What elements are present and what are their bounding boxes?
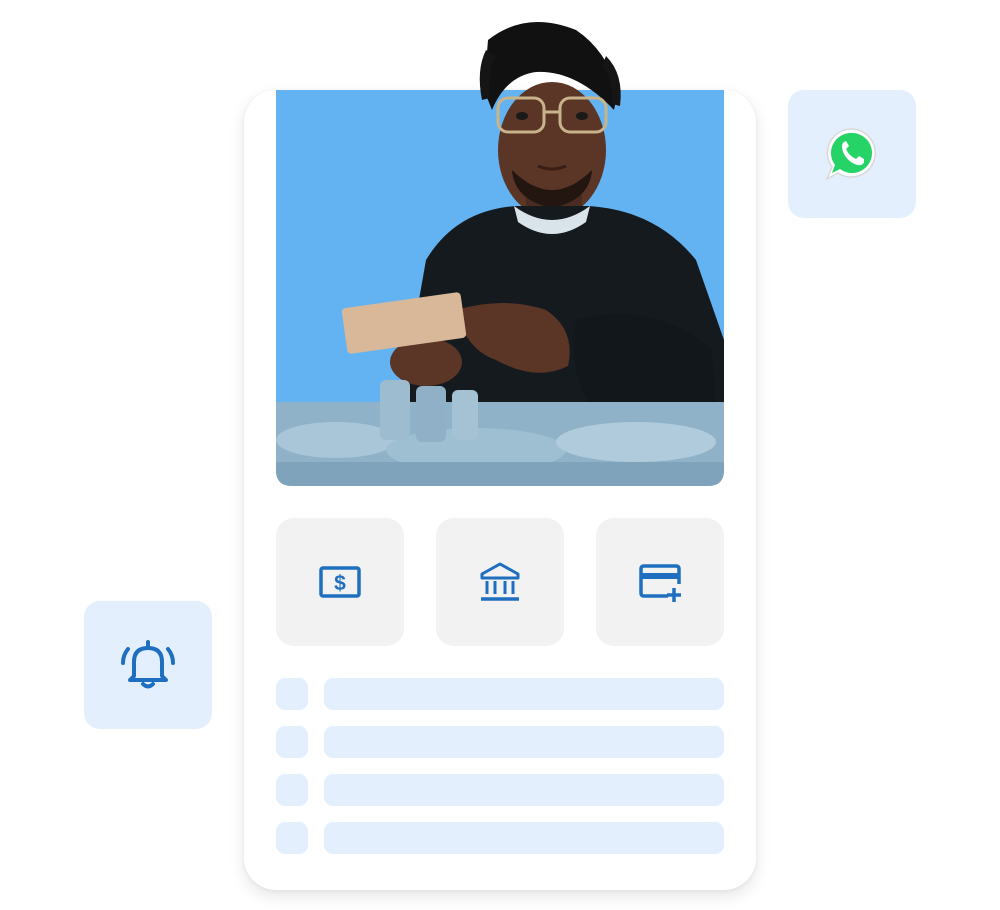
list-item-placeholder (324, 774, 724, 806)
list-item-marker (276, 678, 308, 710)
dollar-bill-icon: $ (319, 566, 361, 598)
bank-transfer-button[interactable] (436, 518, 564, 646)
list-item-marker (276, 822, 308, 854)
list-item-marker (276, 726, 308, 758)
pay-cash-button[interactable]: $ (276, 518, 404, 646)
whatsapp-icon (825, 128, 876, 181)
bank-icon (480, 562, 520, 601)
add-card-button[interactable] (596, 518, 724, 646)
bell-ringing-icon (121, 640, 175, 689)
list-item-placeholder (324, 726, 724, 758)
notifications-button[interactable] (84, 601, 212, 729)
list-item-placeholder (324, 678, 724, 710)
whatsapp-button[interactable] (788, 90, 916, 218)
add-card-icon (639, 564, 681, 602)
list-item-marker (276, 774, 308, 806)
hero-photo (276, 90, 724, 486)
stage: $ (0, 0, 1000, 910)
svg-text:$: $ (334, 572, 346, 595)
list-item-placeholder (324, 822, 724, 854)
